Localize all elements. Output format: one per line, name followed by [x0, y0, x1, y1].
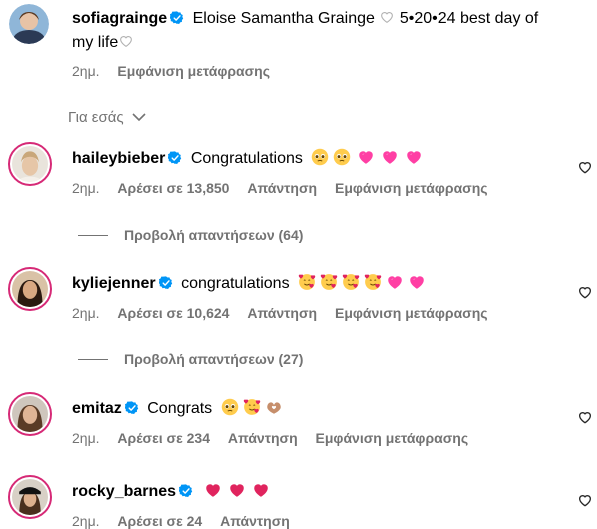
heart-hands-icon	[265, 398, 283, 416]
comment-time: 2ημ.	[72, 430, 100, 446]
pleading-face-icon	[311, 148, 329, 166]
caption-username[interactable]: sofiagrainge	[72, 10, 167, 27]
pleading-face-icon	[221, 398, 239, 416]
translate-link[interactable]: Εμφάνιση μετάφρασης	[335, 180, 488, 196]
smiling-face-with-hearts-icon	[364, 273, 382, 291]
like-heart-icon[interactable]	[577, 492, 593, 508]
comment-time: 2ημ.	[72, 513, 100, 529]
like-heart-icon[interactable]	[577, 159, 593, 175]
reply-button[interactable]: Απάντηση	[228, 430, 298, 446]
pink-heart-icon	[386, 273, 404, 291]
verified-badge-icon	[179, 484, 193, 498]
verified-badge-icon	[168, 151, 182, 165]
verified-badge-icon	[170, 11, 184, 25]
replies-divider	[78, 359, 108, 360]
comment-likes[interactable]: Αρέσει σε 234	[117, 430, 210, 446]
red-heart-icon	[204, 481, 222, 499]
view-replies-button[interactable]: Προβολή απαντήσεων (27)	[78, 351, 303, 367]
like-heart-icon[interactable]	[577, 409, 593, 425]
comment-username[interactable]: haileybieber	[72, 150, 165, 167]
reply-button[interactable]: Απάντηση	[220, 513, 290, 529]
red-heart-icon	[228, 481, 246, 499]
red-heart-icon	[252, 481, 270, 499]
smiling-face-with-hearts-icon	[298, 273, 316, 291]
kyliejenner-avatar[interactable]	[8, 267, 52, 311]
pink-heart-icon	[408, 273, 426, 291]
comment-filter-dropdown[interactable]: Για εσάς	[68, 109, 146, 126]
caption-translate-link[interactable]: Εμφάνιση μετάφρασης	[117, 63, 270, 79]
comment-likes[interactable]: Αρέσει σε 13,850	[117, 180, 229, 196]
view-replies-label: Προβολή απαντήσεων (27)	[124, 351, 304, 367]
haileybieber-avatar[interactable]	[8, 142, 52, 186]
comment-likes[interactable]: Αρέσει σε 24	[117, 513, 202, 529]
comment-time: 2ημ.	[72, 305, 100, 321]
comment-time: 2ημ.	[72, 180, 100, 196]
avatar-image	[12, 146, 48, 184]
comment-username[interactable]: rocky_barnes	[72, 483, 176, 500]
smiling-face-with-hearts-icon	[320, 273, 338, 291]
pink-heart-icon	[381, 148, 399, 166]
replies-divider	[78, 235, 108, 236]
caption-text-3: my life	[72, 34, 119, 51]
comment-likes[interactable]: Αρέσει σε 10,624	[117, 305, 229, 321]
chevron-down-icon	[132, 113, 146, 122]
emitaz-avatar[interactable]	[8, 392, 52, 436]
view-replies-label: Προβολή απαντήσεων (64)	[124, 227, 304, 243]
avatar-image	[12, 271, 48, 307]
caption-time: 2ημ.	[72, 63, 100, 79]
view-replies-button[interactable]: Προβολή απαντήσεων (64)	[78, 227, 303, 243]
avatar-image	[9, 4, 49, 44]
caption-text-2: 5•20•24 best day of	[399, 10, 539, 27]
comment-text: Congratulations	[190, 150, 303, 167]
verified-badge-icon	[159, 276, 173, 290]
smiling-face-with-hearts-icon	[243, 398, 261, 416]
verified-badge-icon	[125, 401, 139, 415]
avatar-image	[12, 396, 48, 432]
like-heart-icon[interactable]	[577, 284, 593, 300]
pink-heart-icon	[357, 148, 375, 166]
reply-button[interactable]: Απάντηση	[247, 180, 317, 196]
rocky-barnes-avatar[interactable]	[8, 475, 52, 519]
comment-username[interactable]: kyliejenner	[72, 275, 156, 292]
translate-link[interactable]: Εμφάνιση μετάφρασης	[316, 430, 469, 446]
white-heart-icon	[379, 9, 395, 25]
translate-link[interactable]: Εμφάνιση μετάφρασης	[335, 305, 488, 321]
caption-text: Eloise Samantha Grainge	[192, 10, 375, 27]
comment-text: congratulations	[181, 275, 290, 292]
filter-label: Για εσάς	[68, 109, 124, 126]
comment-username[interactable]: emitaz	[72, 400, 122, 417]
pleading-face-icon	[333, 148, 351, 166]
reply-button[interactable]: Απάντηση	[247, 305, 317, 321]
pink-heart-icon	[405, 148, 423, 166]
smiling-face-with-hearts-icon	[342, 273, 360, 291]
avatar-image	[12, 479, 48, 515]
comment-text: Congrats	[147, 400, 213, 417]
sofiagrainge-avatar[interactable]	[9, 4, 49, 44]
white-heart-icon	[118, 33, 134, 49]
